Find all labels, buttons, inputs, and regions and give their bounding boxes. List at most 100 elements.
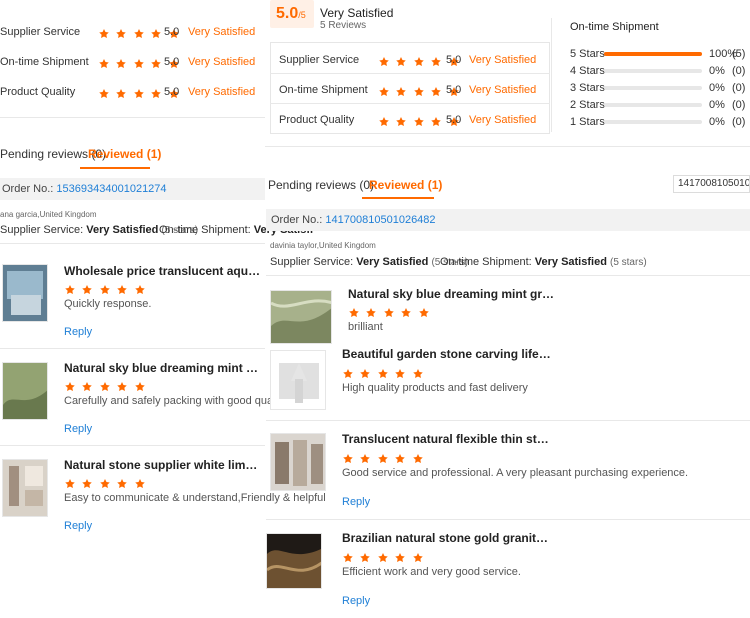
left-rating-status-on-time-shipment: Very Satisfied bbox=[188, 56, 256, 68]
breakdown-percent-4-stars: 0% bbox=[709, 65, 725, 77]
breakdown-count-5-stars: (5) bbox=[732, 48, 746, 60]
star-icon bbox=[115, 88, 127, 100]
star-icon bbox=[64, 284, 76, 296]
right-order-number[interactable]: 141700810501026482 bbox=[325, 214, 435, 226]
breakdown-bar-3-stars bbox=[604, 86, 702, 90]
tab-reviewed-right[interactable]: Reviewed (1) bbox=[369, 176, 442, 194]
left-order-number[interactable]: 153693434001021274 bbox=[56, 183, 166, 195]
breakdown-count-3-stars: (0) bbox=[732, 82, 746, 94]
left-review-1-stars bbox=[64, 281, 147, 299]
left-rating-score-on-time-shipment: 5.0 bbox=[164, 56, 180, 68]
left-review-2-reply-link[interactable]: Reply bbox=[64, 423, 92, 435]
star-icon bbox=[378, 56, 390, 68]
star-icon bbox=[342, 368, 354, 380]
tab-pending-reviews-right[interactable]: Pending reviews (0) bbox=[268, 176, 374, 194]
right-supplier-service-label: Supplier Service: bbox=[270, 256, 354, 268]
left-rating-status-product-quality: Very Satisfied bbox=[188, 86, 256, 98]
review-page: Supplier Service 5.0 Very Satisfied On-t… bbox=[0, 0, 750, 618]
left-divider-reviews-top bbox=[0, 243, 265, 244]
star-icon bbox=[413, 86, 425, 98]
order-search-input[interactable]: 141700810501026 bbox=[673, 175, 750, 193]
star-icon bbox=[81, 381, 93, 393]
left-review-2-title[interactable]: Natural sky blue dreaming mint green mar… bbox=[64, 361, 264, 375]
right-review-1-text: brilliant bbox=[348, 321, 383, 333]
right-rating-status-product-quality: Very Satisfied bbox=[469, 114, 537, 126]
overall-score-scale: /5 bbox=[298, 10, 306, 20]
breakdown-title: On-time Shipment bbox=[570, 21, 659, 33]
star-icon bbox=[116, 478, 128, 490]
breakdown-label-4-stars: 4 Stars bbox=[570, 65, 605, 77]
left-divider-top bbox=[0, 117, 265, 118]
star-icon bbox=[134, 478, 146, 490]
left-review-1-thumbnail bbox=[2, 264, 48, 322]
right-rating-status-supplier-service: Very Satisfied bbox=[469, 54, 537, 66]
star-icon bbox=[430, 56, 442, 68]
left-rating-score-product-quality: 5.0 bbox=[164, 86, 180, 98]
right-review-3-reply-link[interactable]: Reply bbox=[342, 496, 370, 508]
left-review-3-reply-link[interactable]: Reply bbox=[64, 520, 92, 532]
star-icon bbox=[98, 28, 110, 40]
breakdown-count-1-stars: (0) bbox=[732, 116, 746, 128]
left-review-2-thumbnail bbox=[2, 362, 48, 420]
active-tab-underline-left bbox=[80, 167, 150, 169]
star-icon bbox=[99, 381, 111, 393]
star-icon bbox=[359, 552, 371, 564]
left-supplier-service-value: Very Satisfied bbox=[86, 224, 159, 236]
breakdown-count-4-stars: (0) bbox=[732, 65, 746, 77]
right-review-3-text: Good service and professional. A very pl… bbox=[342, 467, 689, 479]
right-review-3-thumbnail bbox=[270, 433, 326, 491]
breakdown-label-5-stars: 5 Stars bbox=[570, 48, 605, 60]
star-icon bbox=[365, 307, 377, 319]
left-review-1-reply-link[interactable]: Reply bbox=[64, 326, 92, 338]
breakdown-bar-5-stars bbox=[604, 52, 702, 56]
overall-score-value: 5.0 bbox=[276, 5, 299, 22]
breakdown-bar-4-stars bbox=[604, 69, 702, 73]
left-review-1-title[interactable]: Wholesale price translucent aqua gold on… bbox=[64, 264, 264, 278]
star-icon bbox=[377, 453, 389, 465]
star-icon bbox=[150, 58, 162, 70]
star-icon bbox=[377, 368, 389, 380]
left-rating-label-supplier-service: Supplier Service bbox=[0, 26, 81, 38]
right-divider-tabs bbox=[265, 146, 750, 147]
right-review-4-reply-link[interactable]: Reply bbox=[342, 595, 370, 607]
right-rating-label-supplier-service: Supplier Service bbox=[279, 54, 360, 66]
right-review-4-stars bbox=[342, 549, 425, 567]
right-ontime-label: On-time Shipment: bbox=[440, 256, 532, 268]
star-icon bbox=[133, 88, 145, 100]
overall-score-badge: 5.0/5 bbox=[270, 0, 314, 28]
overall-rating-label: Very Satisfied bbox=[320, 6, 394, 20]
star-icon bbox=[378, 116, 390, 128]
star-icon bbox=[98, 88, 110, 100]
right-rating-label-product-quality: Product Quality bbox=[279, 114, 355, 126]
right-supplier-service-row: Supplier Service: Very Satisfied (5 star… bbox=[270, 256, 468, 268]
right-review-2-text: High quality products and fast delivery bbox=[342, 382, 528, 394]
right-supplier-service-value: Very Satisfied bbox=[356, 256, 429, 268]
star-icon bbox=[116, 381, 128, 393]
right-review-4-title[interactable]: Brazilian natural stone gold granite cou… bbox=[342, 531, 554, 545]
breakdown-count-2-stars: (0) bbox=[732, 99, 746, 111]
breakdown-divider bbox=[551, 18, 552, 132]
star-icon bbox=[98, 58, 110, 70]
left-rating-score-supplier-service: 5.0 bbox=[164, 26, 180, 38]
right-review-1-title[interactable]: Natural sky blue dreaming mint green mar… bbox=[348, 287, 558, 301]
left-supplier-service-label: Supplier Service: bbox=[0, 224, 84, 236]
right-reviewer-name: davinia taylor,United Kingdom bbox=[270, 241, 376, 250]
left-rating-status-supplier-service: Very Satisfied bbox=[188, 26, 256, 38]
left-review-divider-1 bbox=[0, 348, 265, 349]
star-icon bbox=[115, 58, 127, 70]
star-icon bbox=[342, 552, 354, 564]
star-icon bbox=[359, 453, 371, 465]
active-tab-underline-right bbox=[362, 197, 434, 199]
right-review-3-title[interactable]: Translucent natural flexible thin stone … bbox=[342, 432, 554, 446]
star-icon bbox=[64, 478, 76, 490]
tab-reviewed-left[interactable]: Reviewed (1) bbox=[88, 145, 161, 163]
breakdown-percent-1-stars: 0% bbox=[709, 116, 725, 128]
right-rating-label-on-time-shipment: On-time Shipment bbox=[279, 84, 368, 96]
left-review-3-stars bbox=[64, 475, 147, 493]
star-icon bbox=[394, 552, 406, 564]
star-icon bbox=[99, 478, 111, 490]
left-review-3-thumbnail bbox=[2, 459, 48, 517]
star-icon bbox=[150, 28, 162, 40]
left-review-3-title[interactable]: Natural stone supplier white limestone t… bbox=[64, 458, 264, 472]
right-review-2-title[interactable]: Beautiful garden stone carving life size… bbox=[342, 347, 554, 361]
